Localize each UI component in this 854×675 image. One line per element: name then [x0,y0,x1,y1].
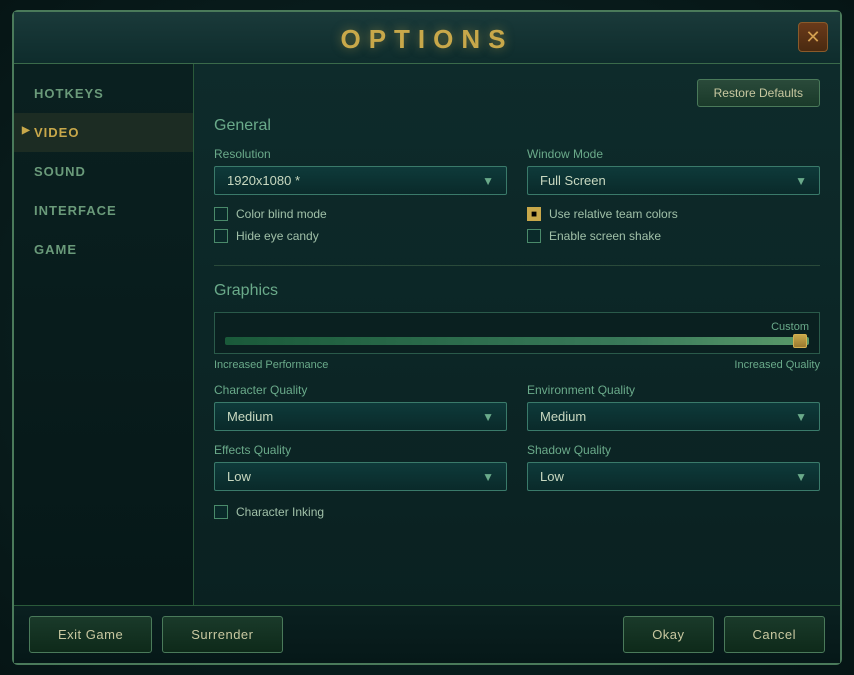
window-mode-value: Full Screen [540,173,606,188]
enable-screen-shake-label: Enable screen shake [549,229,661,243]
slider-label: Custom [771,321,809,333]
window-mode-dropdown[interactable]: Full Screen ▼ [527,166,820,195]
sidebar-item-label: INTERFACE [34,203,117,218]
color-blind-row: Color blind mode [214,207,507,221]
character-quality-dropdown[interactable]: Medium ▼ [214,402,507,431]
slider-label-row: Custom [225,321,809,333]
enable-screen-shake-checkbox[interactable] [527,229,541,243]
slider-range-labels: Increased Performance Increased Quality [214,359,820,371]
sidebar-item-label: SOUND [34,164,86,179]
cancel-button[interactable]: Cancel [724,616,825,653]
environment-quality-label: Environment Quality [527,383,820,397]
character-inking-row: Character Inking [214,505,820,519]
shadow-quality-value: Low [540,469,564,484]
effects-quality-value: Low [227,469,251,484]
resolution-dropdown-arrow: ▼ [482,174,494,188]
exit-game-button[interactable]: Exit Game [29,616,152,653]
use-relative-label: Use relative team colors [549,207,678,221]
restore-defaults-button[interactable]: Restore Defaults [697,79,820,107]
character-quality-value: Medium [227,409,273,424]
hide-eye-candy-row: Hide eye candy [214,229,507,243]
sidebar-item-label: GAME [34,242,77,257]
environment-quality-item: Environment Quality Medium ▼ [527,383,820,431]
options-modal: OPTIONS ✕ HOTKEYS VIDEO SOUND INTERFACE … [12,10,842,665]
window-mode-col: Window Mode Full Screen ▼ [527,147,820,195]
resolution-window-row: Resolution 1920x1080 * ▼ Window Mode Ful… [214,147,820,195]
resolution-col: Resolution 1920x1080 * ▼ [214,147,507,195]
color-blind-checkbox[interactable] [214,207,228,221]
resolution-dropdown[interactable]: 1920x1080 * ▼ [214,166,507,195]
modal-header: OPTIONS ✕ [14,12,840,64]
graphics-section-title: Graphics [214,282,820,300]
color-blind-label: Color blind mode [236,207,327,221]
footer: Exit Game Surrender Okay Cancel [14,605,840,663]
quality-grid: Character Quality Medium ▼ Environment Q… [214,383,820,491]
slider-thumb[interactable] [793,334,807,348]
character-quality-label: Character Quality [214,383,507,397]
sidebar: HOTKEYS VIDEO SOUND INTERFACE GAME [14,64,194,605]
effects-quality-item: Effects Quality Low ▼ [214,443,507,491]
modal-body: HOTKEYS VIDEO SOUND INTERFACE GAME Resto… [14,64,840,605]
resolution-value: 1920x1080 * [227,173,300,188]
shadow-quality-dropdown[interactable]: Low ▼ [527,462,820,491]
close-button[interactable]: ✕ [798,22,828,52]
surrender-button[interactable]: Surrender [162,616,282,653]
character-quality-item: Character Quality Medium ▼ [214,383,507,431]
environment-quality-dropdown[interactable]: Medium ▼ [527,402,820,431]
shadow-quality-arrow: ▼ [795,470,807,484]
effects-quality-label: Effects Quality [214,443,507,457]
section-divider [214,265,820,266]
content-area: Restore Defaults General Resolution 1920… [194,64,840,605]
footer-left: Exit Game Surrender [29,616,283,653]
enable-screen-shake-row: Enable screen shake [527,229,820,243]
shadow-quality-label: Shadow Quality [527,443,820,457]
use-relative-checkbox[interactable]: ■ [527,207,541,221]
character-inking-checkbox[interactable] [214,505,228,519]
increased-quality-label: Increased Quality [734,359,820,371]
graphics-section: Graphics Custom Increased Performance In… [214,282,820,519]
left-checkboxes: Color blind mode Hide eye candy [214,207,507,251]
character-inking-label: Character Inking [236,505,324,519]
footer-right: Okay Cancel [623,616,825,653]
effects-quality-dropdown[interactable]: Low ▼ [214,462,507,491]
top-bar: Restore Defaults [214,79,820,107]
hide-eye-candy-checkbox[interactable] [214,229,228,243]
sidebar-item-label: VIDEO [34,125,79,140]
sidebar-item-label: HOTKEYS [34,86,104,101]
increased-performance-label: Increased Performance [214,359,328,371]
check-mark: ■ [531,209,537,220]
slider-track[interactable] [225,337,809,345]
window-mode-label: Window Mode [527,147,820,161]
hide-eye-candy-label: Hide eye candy [236,229,319,243]
effects-quality-arrow: ▼ [482,470,494,484]
resolution-label: Resolution [214,147,507,161]
sidebar-item-sound[interactable]: SOUND [14,152,193,191]
sidebar-item-game[interactable]: GAME [14,230,193,269]
shadow-quality-item: Shadow Quality Low ▼ [527,443,820,491]
environment-quality-value: Medium [540,409,586,424]
character-quality-arrow: ▼ [482,410,494,424]
environment-quality-arrow: ▼ [795,410,807,424]
sidebar-item-video[interactable]: VIDEO [14,113,193,152]
okay-button[interactable]: Okay [623,616,713,653]
modal-title: OPTIONS [340,24,513,54]
right-checkboxes: ■ Use relative team colors Enable screen… [527,207,820,251]
sidebar-item-interface[interactable]: INTERFACE [14,191,193,230]
checkboxes-row: Color blind mode Hide eye candy ■ Use [214,207,820,251]
backdrop: OPTIONS ✕ HOTKEYS VIDEO SOUND INTERFACE … [0,0,854,675]
sidebar-item-hotkeys[interactable]: HOTKEYS [14,74,193,113]
general-section-title: General [214,117,820,135]
use-relative-row: ■ Use relative team colors [527,207,820,221]
window-mode-dropdown-arrow: ▼ [795,174,807,188]
quality-slider-container: Custom [214,312,820,354]
